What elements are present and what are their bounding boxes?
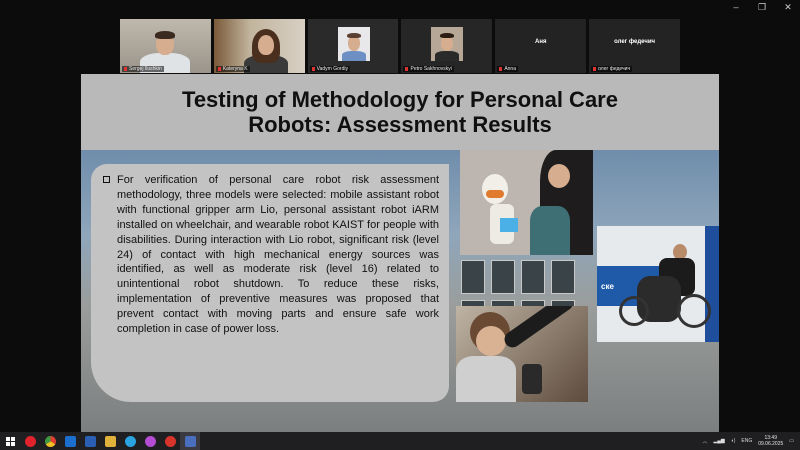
taskbar-app-outlook[interactable] xyxy=(60,432,80,450)
participant-tile[interactable]: олег федечич олег федечич xyxy=(589,19,680,73)
participant-video xyxy=(213,19,305,73)
slide-text-box: For verification of personal care robot … xyxy=(91,164,449,402)
start-button[interactable] xyxy=(0,432,20,450)
iarm-robot-photo xyxy=(456,306,588,402)
mic-muted-icon xyxy=(593,66,597,71)
windows-logo-icon xyxy=(5,436,15,446)
participant-tile-active[interactable]: Petro Sakhnovskyi xyxy=(401,19,493,73)
window-controls: – ❐ ✕ xyxy=(730,2,794,13)
mic-muted-icon xyxy=(311,66,315,71)
minimize-button[interactable]: – xyxy=(730,2,742,13)
shared-slide: Testing of Methodology for Personal Care… xyxy=(81,74,719,432)
mic-muted-icon xyxy=(405,66,409,71)
participant-video xyxy=(401,19,493,73)
participant-name: Petro Sakhnovskyi xyxy=(403,66,454,72)
participant-tile[interactable]: Kateryna K xyxy=(213,19,305,73)
participant-video xyxy=(120,19,211,73)
participant-name: олег федечич xyxy=(591,66,633,72)
taskbar-app-word[interactable] xyxy=(80,432,100,450)
app-icon xyxy=(144,435,156,447)
yandex-icon xyxy=(164,435,176,447)
participant-label: олег федечич xyxy=(614,39,656,45)
chevron-up-icon[interactable]: ︿ xyxy=(702,438,707,445)
taskbar-app-generic[interactable] xyxy=(140,432,160,450)
clock-date: 09.06.2025 xyxy=(758,441,784,447)
taskbar-app-yandex[interactable] xyxy=(160,432,180,450)
taskbar-clock[interactable]: 13:49 09.06.2025 xyxy=(758,435,783,447)
participant-gallery: Sergej Ilushkin Kateryna K Vadym Gordiy xyxy=(120,19,680,73)
system-tray: ︿ ▂▄▆ ◖) ENG 13:49 09.06.2025 ▭ xyxy=(702,432,794,450)
participant-name: Anna xyxy=(497,66,518,72)
mic-muted-icon xyxy=(499,66,503,71)
avatar xyxy=(337,27,370,61)
volume-icon[interactable]: ◖) xyxy=(731,438,736,444)
participant-tile[interactable]: Vadym Gordiy xyxy=(307,19,399,73)
taskbar-app-explorer[interactable] xyxy=(100,432,120,450)
participant-name: Vadym Gordiy xyxy=(309,66,350,72)
mic-muted-icon xyxy=(217,66,221,71)
network-icon[interactable]: ▂▄▆ xyxy=(713,438,724,444)
slide-title: Testing of Methodology for Personal Care… xyxy=(182,87,618,137)
banner-logo-text: ске xyxy=(601,282,614,291)
explorer-icon xyxy=(104,435,116,447)
opera-icon xyxy=(24,435,36,447)
avatar xyxy=(431,27,464,61)
meeting-icon xyxy=(184,435,196,447)
notification-icon[interactable]: ▭ xyxy=(789,438,794,444)
lio-robot-photo xyxy=(460,150,593,255)
participant-video xyxy=(307,19,399,73)
language-indicator[interactable]: ENG xyxy=(741,438,752,444)
chrome-icon xyxy=(44,435,56,447)
mic-muted-icon xyxy=(124,66,127,71)
participant-tile[interactable]: Аня Anna xyxy=(495,19,587,73)
windows-taskbar: ︿ ▂▄▆ ◖) ENG 13:49 09.06.2025 ▭ xyxy=(0,432,800,450)
slide-body-text: For verification of personal care robot … xyxy=(103,173,439,337)
participant-name: Sergej Ilushkin xyxy=(122,66,164,72)
close-button[interactable]: ✕ xyxy=(782,2,794,13)
participant-video-off xyxy=(589,19,680,73)
participant-name: Kateryna K xyxy=(215,66,250,72)
kaist-wearable-robot-photo: ске xyxy=(597,226,719,342)
taskbar-app-meeting[interactable] xyxy=(180,432,200,450)
taskbar-app-chrome[interactable] xyxy=(40,432,60,450)
slide-title-bar: Testing of Methodology for Personal Care… xyxy=(81,74,719,150)
participant-tile[interactable]: Sergej Ilushkin xyxy=(120,19,211,73)
word-icon xyxy=(84,435,96,447)
telegram-icon xyxy=(124,435,136,447)
participant-video-off xyxy=(495,19,587,73)
taskbar-app-telegram[interactable] xyxy=(120,432,140,450)
participant-label: Аня xyxy=(534,39,547,45)
taskbar-app-opera[interactable] xyxy=(20,432,40,450)
meeting-window: – ❐ ✕ Sergej Ilushkin Kateryna K Vadym G… xyxy=(0,0,800,432)
restore-button[interactable]: ❐ xyxy=(756,2,768,13)
outlook-icon xyxy=(64,435,76,447)
